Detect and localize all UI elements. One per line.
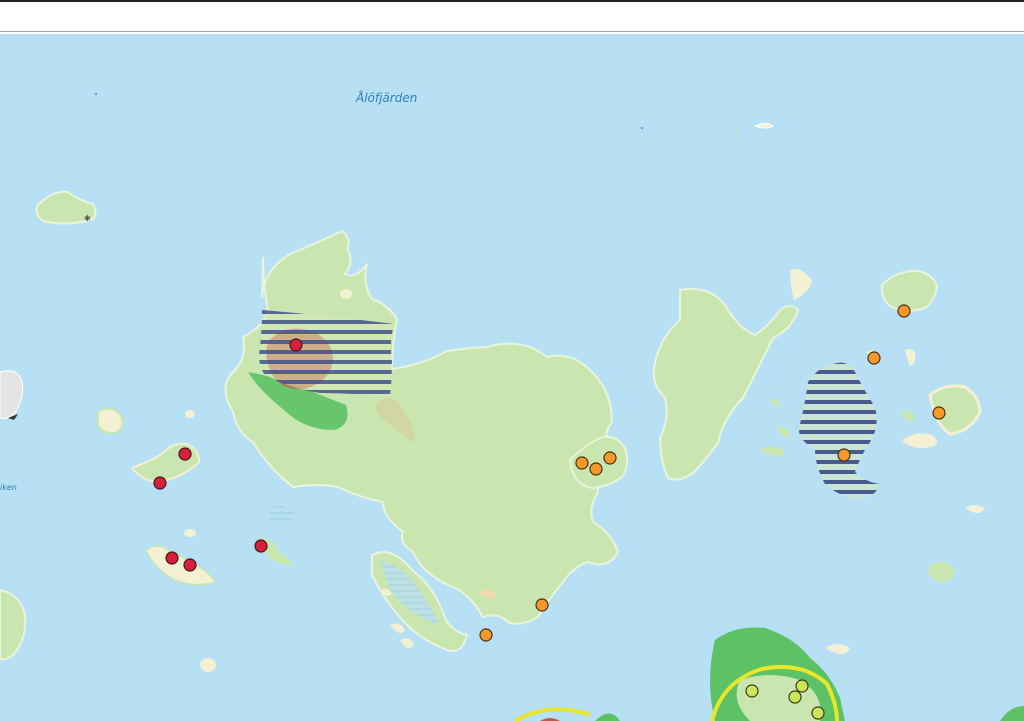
- yellow-marker[interactable]: [788, 690, 802, 704]
- sand-area: [340, 289, 352, 299]
- yellow-marker[interactable]: [811, 706, 825, 720]
- red-marker[interactable]: [183, 558, 197, 572]
- islet: [185, 410, 195, 418]
- place-label-edge: iken: [0, 483, 17, 492]
- islet: [735, 129, 739, 133]
- orange-marker[interactable]: [837, 448, 851, 462]
- cross-icon: ✱: [84, 214, 91, 223]
- red-marker[interactable]: [165, 551, 179, 565]
- quote-mark: ": [94, 92, 98, 101]
- quote-mark: ": [640, 126, 644, 135]
- top-toolbar: [0, 0, 1024, 32]
- orange-marker[interactable]: [897, 304, 911, 318]
- orange-marker[interactable]: [575, 456, 589, 470]
- map-viewport[interactable]: ✱ Ålöfjärden iken " ": [0, 34, 1024, 721]
- orange-marker[interactable]: [589, 462, 603, 476]
- red-marker[interactable]: [254, 539, 268, 553]
- map-canvas[interactable]: ✱ Ålöfjärden iken " ": [0, 34, 1024, 721]
- orange-marker[interactable]: [603, 451, 617, 465]
- yellow-marker[interactable]: [745, 684, 759, 698]
- orange-marker[interactable]: [867, 351, 881, 365]
- orange-marker[interactable]: [479, 628, 493, 642]
- islet: [184, 529, 196, 537]
- orange-marker[interactable]: [535, 598, 549, 612]
- red-marker[interactable]: [289, 338, 303, 352]
- red-marker[interactable]: [153, 476, 167, 490]
- bay-label: Ålöfjärden: [355, 90, 417, 105]
- orange-marker[interactable]: [932, 406, 946, 420]
- islet: [97, 407, 124, 435]
- red-marker[interactable]: [178, 447, 192, 461]
- yellow-marker[interactable]: [795, 679, 809, 693]
- islet: [200, 658, 216, 672]
